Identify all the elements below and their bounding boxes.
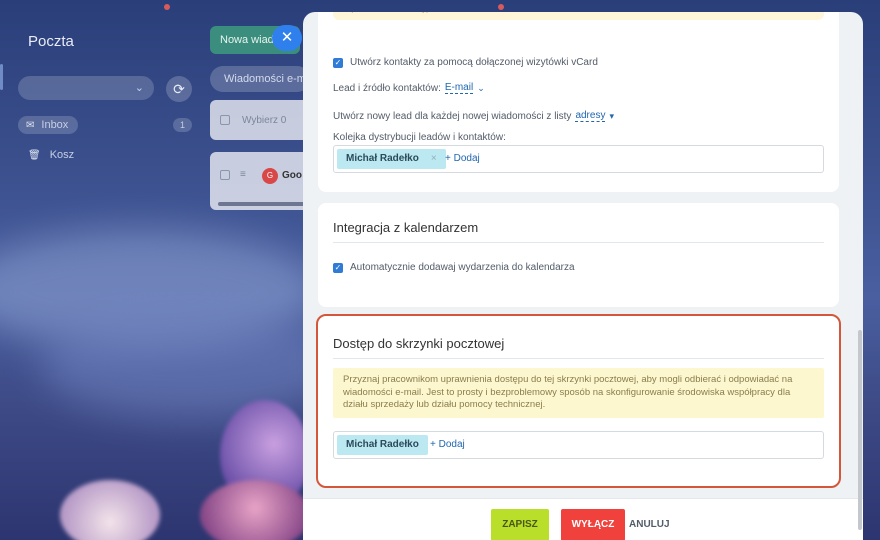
list-item[interactable]: ≡ G Goo: [210, 152, 310, 210]
divider: [333, 242, 824, 243]
search-input[interactable]: Wiadomości e-ma: [210, 66, 310, 92]
refresh-icon: ⟳: [173, 81, 185, 97]
mailbox-select[interactable]: ⌄: [18, 76, 154, 100]
close-icon: ✕: [280, 29, 294, 46]
section-title: Integracja z kalendarzem: [333, 220, 479, 235]
chevron-down-icon: ⌄: [134, 82, 144, 94]
horizontal-scrollbar[interactable]: [218, 202, 306, 206]
lead-source-dropdown[interactable]: E-mail: [444, 82, 474, 94]
queue-selector[interactable]: Michał Radełko × + Dodaj: [333, 145, 824, 173]
select-all-checkbox[interactable]: [220, 115, 230, 125]
panel-footer: ZAPISZ WYŁĄCZ ANULUJ: [303, 498, 863, 540]
remove-icon[interactable]: ×: [431, 153, 437, 164]
queue-user-chip[interactable]: Michał Radełko ×: [337, 149, 446, 169]
auto-add-events-label: Automatycznie dodawaj wydarzenia do kale…: [350, 262, 575, 273]
sidebar-item-inbox[interactable]: ✉ Inbox 1: [18, 115, 192, 135]
divider: [333, 358, 824, 359]
contacts-settings-card: uprawnień dostępu. ✓ Utwórz kontakty za …: [318, 12, 839, 192]
settings-panel: uprawnień dostępu. ✓ Utwórz kontakty za …: [303, 12, 863, 540]
section-title: Dostęp do skrzynki pocztowej: [333, 336, 505, 351]
calendar-integration-card: Integracja z kalendarzem ✓ Automatycznie…: [318, 203, 839, 307]
mailbox-access-info: Przyznaj pracownikom uprawnienia dostępu…: [333, 368, 824, 418]
unread-count-badge: 1: [172, 118, 192, 132]
refresh-button[interactable]: ⟳: [166, 76, 192, 102]
panel-scrollbar[interactable]: [858, 330, 862, 530]
lead-source-row: Lead i źródło kontaktów: E-mail ⌄: [333, 82, 485, 94]
select-count: Wybierz 0: [242, 115, 287, 126]
permission-notice: uprawnień dostępu.: [333, 12, 824, 20]
checkbox-checked[interactable]: ✓: [333, 262, 343, 273]
sidebar-item-label: Inbox: [41, 119, 69, 131]
cancel-button[interactable]: ANULUJ: [629, 509, 670, 540]
access-user-selector[interactable]: Michał Radełko + Dodaj: [333, 431, 824, 459]
add-access-user-link[interactable]: + Dodaj: [430, 432, 465, 458]
sender-name: Goo: [282, 170, 302, 181]
lead-source-label: Lead i źródło kontaktów:: [333, 82, 441, 94]
chip-label: Michał Radełko: [346, 153, 419, 164]
new-lead-row: Utwórz nowy lead dla każdej nowej wiadom…: [333, 110, 614, 122]
chevron-down-icon[interactable]: ⌄: [477, 83, 485, 94]
row-checkbox[interactable]: [220, 170, 230, 180]
checkbox-checked[interactable]: ✓: [333, 57, 343, 68]
close-panel-button[interactable]: ✕: [272, 25, 302, 51]
sidebar-item-label: Kosz: [49, 149, 75, 161]
sidebar-item-trash[interactable]: 🗑 Kosz: [18, 145, 74, 165]
trash-icon: 🗑: [28, 149, 41, 161]
create-contacts-option[interactable]: ✓ Utwórz kontakty za pomocą dołączonej w…: [333, 57, 598, 68]
app-title: Poczta: [28, 33, 74, 50]
active-indicator: [0, 64, 3, 90]
new-lead-dropdown[interactable]: adresy: [575, 110, 606, 122]
new-lead-label: Utwórz nowy lead dla każdej nowej wiadom…: [333, 110, 572, 122]
save-button[interactable]: ZAPISZ: [491, 509, 549, 540]
create-contacts-label: Utwórz kontakty za pomocą dołączonej wiz…: [350, 57, 598, 68]
sidebar: Poczta ⌄ ⟳ ✉ Inbox 1 🗑 Kosz: [0, 0, 200, 540]
notification-dot: [498, 4, 504, 10]
disable-button[interactable]: WYŁĄCZ: [561, 509, 625, 540]
add-queue-user-link[interactable]: + Dodaj: [445, 146, 480, 172]
sender-avatar: G: [262, 168, 278, 184]
auto-add-events-option[interactable]: ✓ Automatycznie dodawaj wydarzenia do ka…: [333, 262, 575, 273]
mailbox-access-card: Dostęp do skrzynki pocztowej Przyznaj pr…: [316, 314, 841, 488]
caret-down-icon[interactable]: ▾: [609, 111, 614, 122]
inbox-icon: ✉: [26, 119, 35, 131]
notification-dot: [164, 4, 170, 10]
list-header-row[interactable]: Wybierz 0: [210, 100, 310, 140]
drag-handle-icon[interactable]: ≡: [240, 169, 246, 180]
access-user-chip[interactable]: Michał Radełko: [337, 435, 428, 455]
queue-label: Kolejka dystrybucji leadów i kontaktów:: [333, 132, 506, 143]
